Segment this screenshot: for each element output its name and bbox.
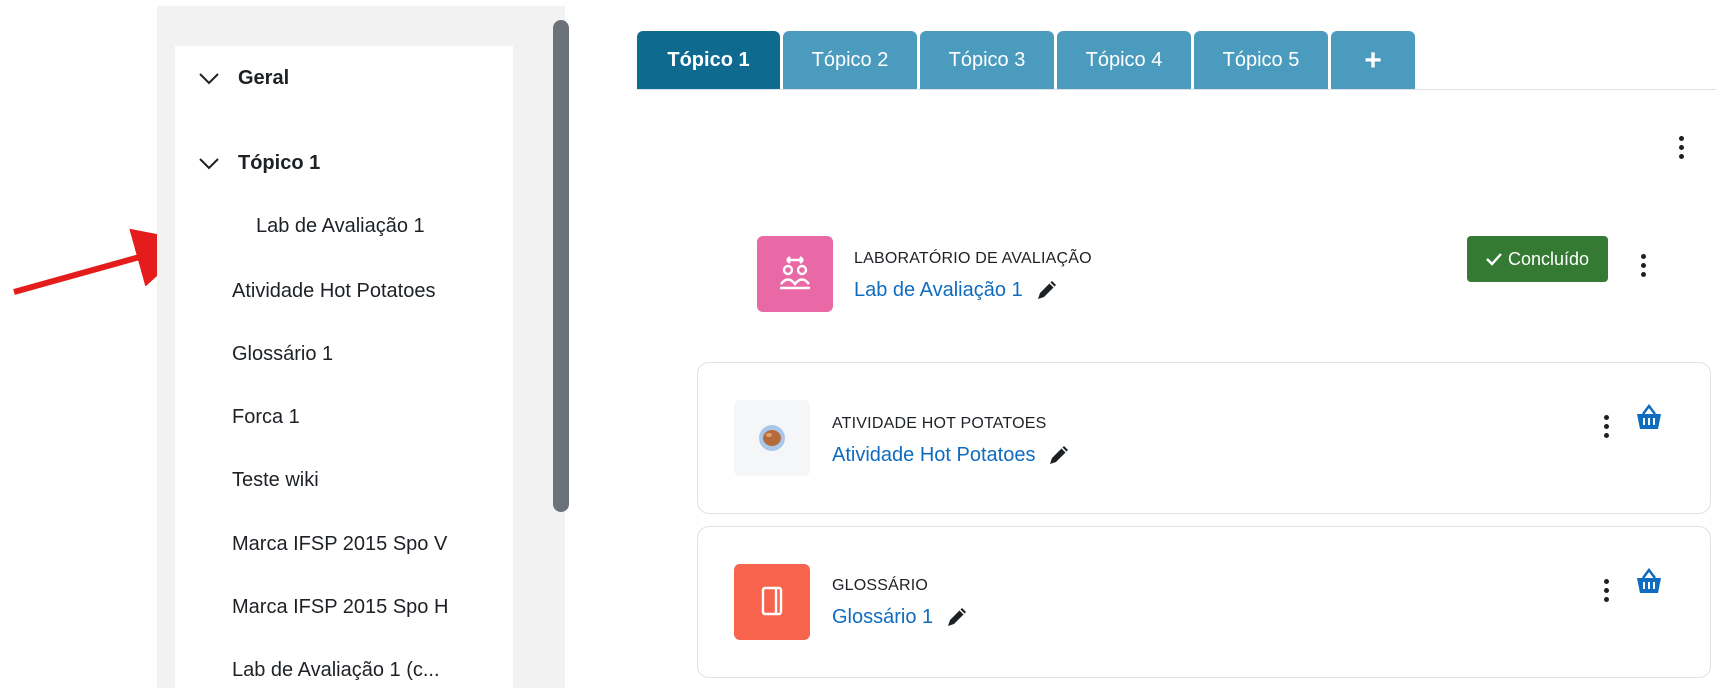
hot-potatoes-icon — [734, 400, 810, 476]
basket-icon[interactable] — [1634, 568, 1664, 596]
activity-type-label: LABORATÓRIO DE AVALIAÇÃO — [854, 250, 1092, 267]
tab-topico-3[interactable]: Tópico 3 — [920, 31, 1054, 90]
activity-type-label: GLOSSÁRIO — [832, 577, 929, 594]
pencil-icon[interactable] — [945, 605, 969, 629]
activity-glossary: GLOSSÁRIO Glossário 1 — [697, 526, 1711, 678]
course-index — [175, 46, 513, 688]
tabs-divider — [637, 89, 1716, 90]
course-index-drawer — [157, 6, 565, 688]
nav-item-lab-avaliacao[interactable]: Lab de Avaliação 1 — [256, 214, 425, 238]
add-topic-tab[interactable]: + — [1331, 31, 1415, 90]
section-actions-menu[interactable] — [1669, 133, 1693, 161]
pencil-icon[interactable] — [1035, 278, 1059, 302]
activity-link[interactable]: Glossário 1 — [832, 605, 969, 629]
drawer-scrollbar[interactable] — [553, 20, 569, 512]
workshop-icon — [757, 236, 833, 312]
nav-item-glossario[interactable]: Glossário 1 — [232, 342, 333, 366]
section-label: Geral — [238, 67, 290, 89]
basket-icon[interactable] — [1634, 404, 1664, 432]
tab-topico-4[interactable]: Tópico 4 — [1057, 31, 1191, 90]
section-geral[interactable]: Geral — [196, 66, 289, 90]
tab-topico-2[interactable]: Tópico 2 — [783, 31, 917, 90]
section-label: Tópico 1 — [238, 152, 321, 174]
completion-badge[interactable]: Concluído — [1467, 236, 1608, 282]
activity-link[interactable]: Lab de Avaliação 1 — [854, 278, 1059, 302]
nav-item-marca-h[interactable]: Marca IFSP 2015 Spo H — [232, 595, 448, 619]
activity-name: Glossário 1 — [832, 605, 934, 628]
completion-label: Concluído — [1507, 248, 1590, 269]
nav-item-forca[interactable]: Forca 1 — [232, 405, 300, 429]
tab-topico-1[interactable]: Tópico 1 — [637, 31, 780, 90]
activity-actions-menu[interactable] — [1594, 412, 1618, 440]
activity-name: Lab de Avaliação 1 — [854, 278, 1023, 301]
activity-actions-menu[interactable] — [1631, 251, 1655, 279]
activity-link[interactable]: Atividade Hot Potatoes — [832, 443, 1071, 467]
nav-item-teste-wiki[interactable]: Teste wiki — [232, 468, 319, 492]
activity-name: Atividade Hot Potatoes — [832, 443, 1036, 466]
activity-hot-potatoes: ATIVIDADE HOT POTATOES Atividade Hot Pot… — [697, 362, 1711, 514]
activity-actions-menu[interactable] — [1594, 576, 1618, 604]
pencil-icon[interactable] — [1047, 443, 1071, 467]
check-icon — [1486, 253, 1502, 266]
activity-type-label: ATIVIDADE HOT POTATOES — [832, 415, 1047, 432]
nav-item-hot-potatoes[interactable]: Atividade Hot Potatoes — [232, 279, 435, 303]
nav-item-lab-copy[interactable]: Lab de Avaliação 1 (c... — [232, 658, 440, 682]
nav-item-marca-v[interactable]: Marca IFSP 2015 Spo V — [232, 532, 447, 556]
tab-topico-5[interactable]: Tópico 5 — [1194, 31, 1328, 90]
chevron-down-icon[interactable] — [196, 66, 222, 90]
chevron-down-icon[interactable] — [196, 151, 222, 175]
section-topico-1[interactable]: Tópico 1 — [196, 151, 320, 175]
glossary-icon — [734, 564, 810, 640]
